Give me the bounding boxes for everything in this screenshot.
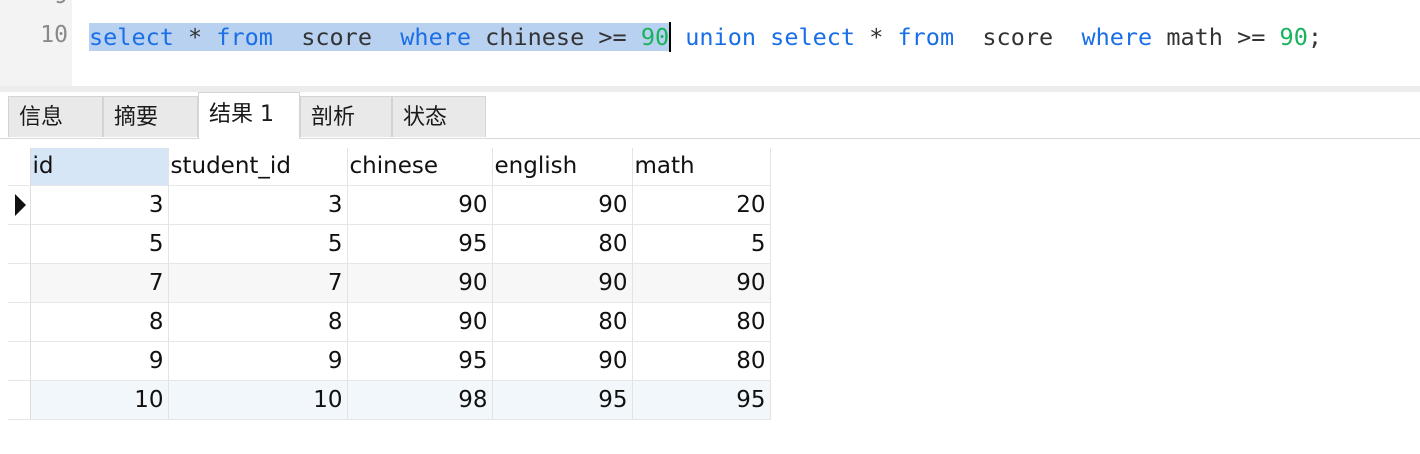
- tab-profile[interactable]: 剖析: [300, 96, 392, 137]
- column-header-math[interactable]: math: [632, 148, 771, 186]
- cell-id[interactable]: 9: [30, 341, 169, 381]
- cell-english[interactable]: 90: [492, 263, 633, 303]
- cell-student-id[interactable]: 7: [168, 263, 348, 303]
- tab-status[interactable]: 状态: [392, 96, 486, 137]
- cell-chinese[interactable]: 95: [347, 341, 493, 381]
- cell-chinese[interactable]: 90: [347, 263, 493, 303]
- line-number-10: 10: [40, 22, 68, 48]
- cell-id[interactable]: 7: [30, 263, 169, 303]
- cell-student-id[interactable]: 10: [168, 380, 348, 420]
- tab-info[interactable]: 信息: [8, 96, 103, 137]
- line-number-9: 9: [54, 0, 68, 9]
- row-indicator: [8, 380, 31, 420]
- cell-english[interactable]: 90: [492, 341, 633, 381]
- cell-chinese[interactable]: 95: [347, 224, 493, 264]
- sql-code-line[interactable]: select * from score where chinese >= 90 …: [89, 22, 1322, 52]
- code-text: chinese >=: [471, 23, 641, 51]
- row-indicator: [8, 224, 31, 264]
- table-row[interactable]: 10 10 98 95 95: [8, 380, 771, 420]
- cell-student-id[interactable]: 5: [168, 224, 348, 264]
- cell-student-id[interactable]: 9: [168, 341, 348, 381]
- cell-math[interactable]: 5: [632, 224, 771, 264]
- table-row[interactable]: 7 7 90 90 90: [8, 263, 771, 303]
- number-literal: 90: [1279, 23, 1308, 51]
- selected-text[interactable]: select * from score where chinese >= 90: [89, 23, 670, 51]
- cell-math[interactable]: 95: [632, 380, 771, 420]
- code-text: score: [272, 23, 401, 51]
- cell-chinese[interactable]: 98: [347, 380, 493, 420]
- cell-chinese[interactable]: 90: [347, 185, 493, 225]
- tab-summary[interactable]: 摘要: [103, 96, 198, 137]
- column-header-id[interactable]: id: [30, 148, 169, 186]
- cell-math[interactable]: 90: [632, 263, 771, 303]
- table-row[interactable]: 3 3 90 90 20: [8, 185, 771, 225]
- code-text: ;: [1307, 23, 1322, 51]
- column-header-chinese[interactable]: chinese: [347, 148, 493, 186]
- code-text: *: [855, 23, 898, 51]
- cell-id[interactable]: 5: [30, 224, 169, 264]
- cell-english[interactable]: 80: [492, 302, 633, 342]
- result-grid: id student_id chinese english math 3 3 9…: [8, 148, 771, 420]
- cell-english[interactable]: 90: [492, 185, 633, 225]
- code-text: math >=: [1152, 23, 1280, 51]
- keyword-select: select: [770, 23, 856, 51]
- cell-student-id[interactable]: 3: [168, 185, 348, 225]
- row-indicator: [8, 341, 31, 381]
- tab-result-1[interactable]: 结果 1: [198, 92, 300, 139]
- keyword-from: from: [897, 23, 955, 51]
- table-row[interactable]: 8 8 90 80 80: [8, 302, 771, 342]
- keyword-union: union: [685, 23, 757, 51]
- cell-english[interactable]: 80: [492, 224, 633, 264]
- row-indicator: [8, 302, 31, 342]
- keyword-where: where: [1081, 23, 1153, 51]
- code-text: *: [173, 23, 217, 51]
- grid-header-row: id student_id chinese english math: [8, 148, 771, 186]
- cell-math[interactable]: 80: [632, 341, 771, 381]
- table-row[interactable]: 5 5 95 80 5: [8, 224, 771, 264]
- cell-math[interactable]: 80: [632, 302, 771, 342]
- cell-id[interactable]: 10: [30, 380, 169, 420]
- cell-id[interactable]: 8: [30, 302, 169, 342]
- column-header-english[interactable]: english: [492, 148, 633, 186]
- current-row-indicator: [8, 185, 31, 225]
- keyword-where: where: [400, 23, 472, 51]
- table-row[interactable]: 9 9 95 90 80: [8, 341, 771, 381]
- line-number-gutter: 9 10: [0, 0, 72, 86]
- sql-editor[interactable]: 9 10 select * from score where chinese >…: [0, 0, 1420, 86]
- cell-id[interactable]: 3: [30, 185, 169, 225]
- keyword-from: from: [216, 23, 273, 51]
- column-header-student-id[interactable]: student_id: [168, 148, 348, 186]
- row-indicator: [8, 263, 31, 303]
- result-tab-bar: 信息 摘要 结果 1 剖析 状态: [0, 92, 1420, 139]
- number-literal: 90: [640, 23, 670, 51]
- row-indicator-header: [8, 148, 31, 186]
- row-pointer-icon: [15, 193, 26, 216]
- keyword-select: select: [89, 23, 174, 51]
- cell-chinese[interactable]: 90: [347, 302, 493, 342]
- code-text: score: [954, 23, 1082, 51]
- cell-student-id[interactable]: 8: [168, 302, 348, 342]
- cell-math[interactable]: 20: [632, 185, 771, 225]
- cell-english[interactable]: 95: [492, 380, 633, 420]
